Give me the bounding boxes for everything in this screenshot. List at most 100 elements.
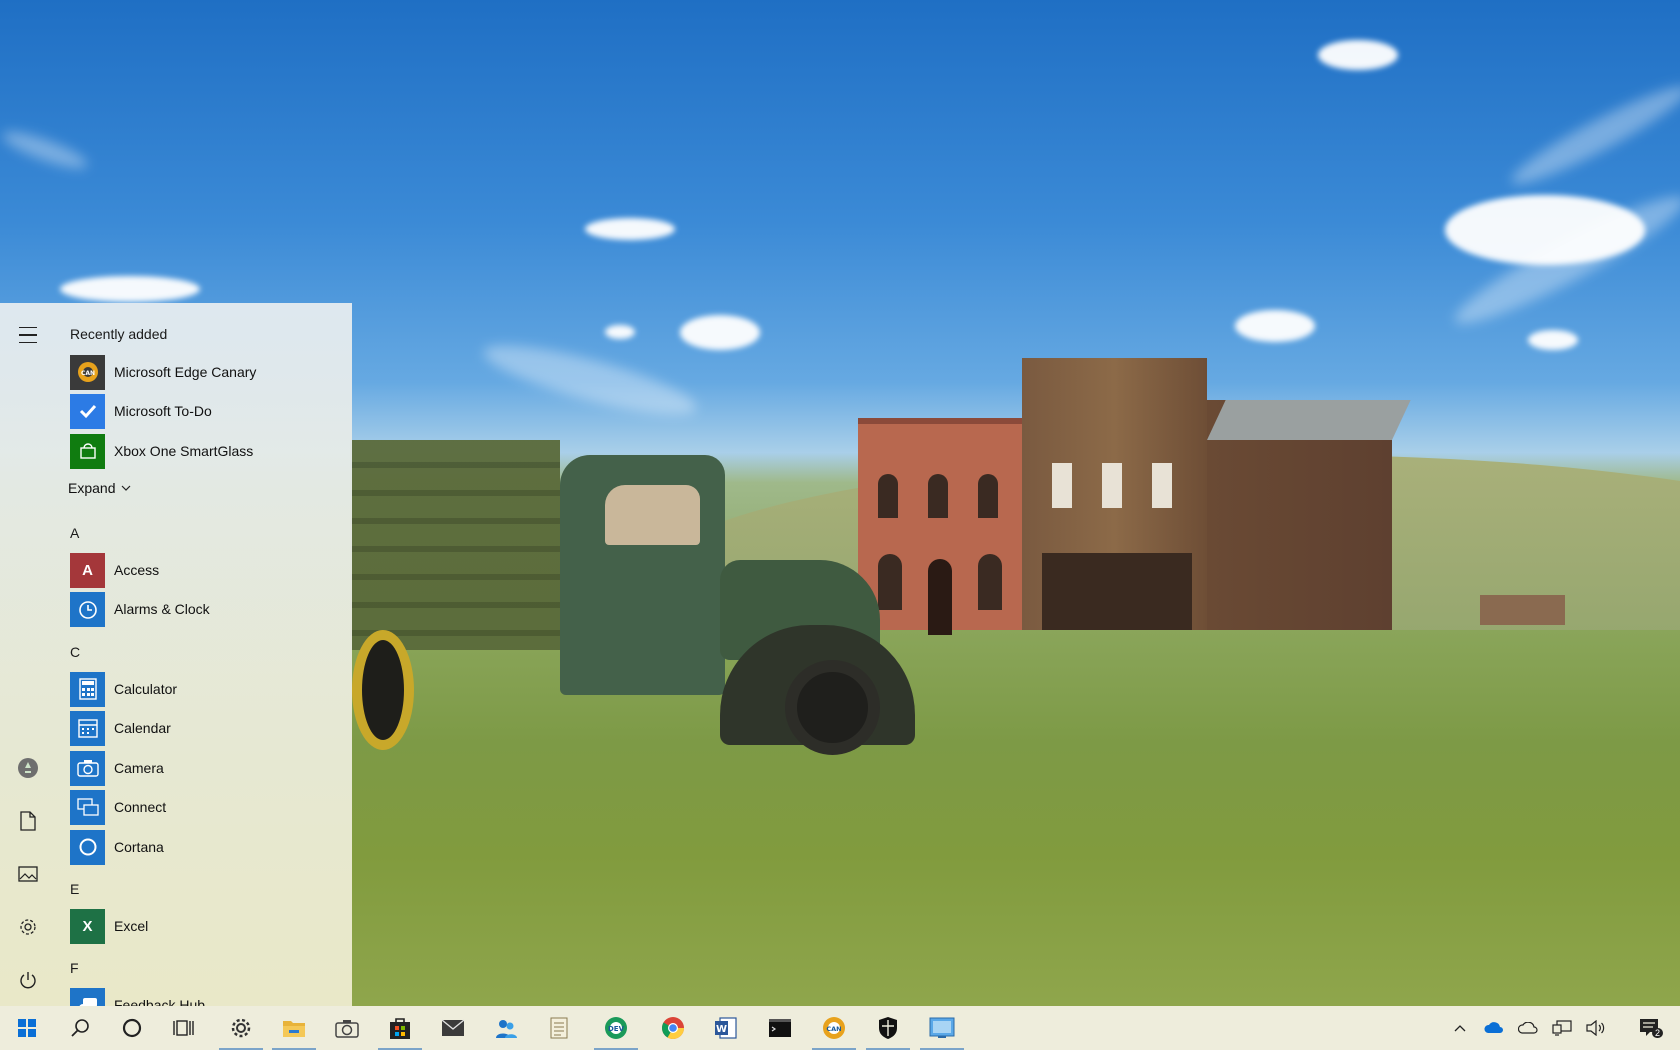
people-app[interactable] (480, 1006, 532, 1050)
task-view-button[interactable] (158, 1006, 210, 1050)
edge-dev-app[interactable]: DEV (590, 1006, 642, 1050)
recently-added-heading: Recently added (70, 326, 168, 342)
mail-app[interactable] (427, 1006, 479, 1050)
terminal-icon (769, 1019, 791, 1037)
onedrive-icon (1484, 1022, 1503, 1033)
word-app[interactable]: W (700, 1006, 752, 1050)
app-label: Connect (114, 799, 167, 815)
alarm-clock-icon (70, 591, 105, 627)
edge-canary-app[interactable]: CAN (808, 1006, 860, 1050)
xbox-icon (70, 433, 105, 469)
action-center-button[interactable]: 2 (1630, 1006, 1670, 1050)
todo-icon (70, 393, 105, 429)
expand-button[interactable]: Expand (68, 480, 131, 496)
truck-wheel (785, 660, 880, 755)
group-header-c[interactable]: C (70, 644, 80, 660)
calculator-icon (70, 671, 105, 707)
remote-desktop-app[interactable] (916, 1006, 968, 1050)
settings-icon[interactable] (8, 907, 48, 947)
edge-canary-taskbar-icon: CAN (823, 1017, 845, 1039)
group-header-a[interactable]: A (70, 525, 79, 541)
camera-icon (70, 750, 105, 786)
app-label: Excel (114, 918, 149, 934)
volume-button[interactable] (1580, 1006, 1612, 1050)
windows-icon (18, 1019, 36, 1037)
camera-app[interactable] (321, 1006, 373, 1050)
chrome-icon (662, 1017, 684, 1039)
list-item-todo[interactable]: Microsoft To-Do (70, 393, 340, 429)
search-icon (71, 1019, 89, 1037)
calendar-icon (70, 710, 105, 746)
access-icon: A (70, 552, 105, 588)
app-label: Calculator (114, 681, 178, 697)
security-app[interactable] (862, 1006, 914, 1050)
group-header-e[interactable]: E (70, 881, 79, 897)
cloud-streak (0, 125, 91, 175)
cloud-streak (1504, 74, 1680, 196)
cloud (1318, 40, 1398, 70)
speaker-icon (1586, 1020, 1605, 1036)
network-button[interactable] (1546, 1006, 1578, 1050)
search-button[interactable] (54, 1006, 106, 1050)
show-hidden-icons-button[interactable] (1444, 1006, 1476, 1050)
list-item-camera[interactable]: Camera (70, 750, 340, 786)
list-item-feedback-hub[interactable]: Feedback Hub (70, 987, 340, 1006)
mail-icon (441, 1019, 465, 1036)
chevron-down-icon (122, 485, 131, 491)
group-header-f[interactable]: F (70, 960, 79, 976)
app-label: Cortana (114, 839, 164, 855)
network-icon (1552, 1020, 1572, 1036)
list-item-access[interactable]: A Access (70, 552, 340, 588)
list-item-calendar[interactable]: Calendar (70, 710, 340, 746)
list-item-edge-canary[interactable]: CAN Microsoft Edge Canary (70, 354, 340, 390)
notification-count-badge: 2 (1652, 1028, 1664, 1038)
cloud-streak (478, 332, 702, 428)
app-label: Xbox One SmartGlass (114, 443, 254, 459)
store-icon (390, 1018, 410, 1039)
cortana-button[interactable] (106, 1006, 158, 1050)
shield-icon (879, 1017, 897, 1039)
folder-icon (283, 1021, 305, 1037)
list-item-connect[interactable]: Connect (70, 789, 340, 825)
truck-rear-wheel (352, 630, 414, 750)
onedrive-personal-button[interactable] (1512, 1006, 1544, 1050)
file-explorer-app[interactable] (268, 1006, 320, 1050)
user-icon[interactable] (8, 748, 48, 788)
svg-text:DEV: DEV (608, 1025, 625, 1033)
chrome-app[interactable] (647, 1006, 699, 1050)
list-item-xbox-smartglass[interactable]: Xbox One SmartGlass (70, 433, 340, 469)
edge-canary-icon: CAN (70, 354, 105, 390)
menu-icon[interactable] (8, 315, 48, 355)
pictures-icon[interactable] (8, 854, 48, 894)
expand-label: Expand (68, 480, 116, 496)
list-item-cortana[interactable]: Cortana (70, 829, 340, 865)
settings-app[interactable] (215, 1006, 267, 1050)
app-label: Alarms & Clock (114, 601, 210, 617)
app-label: Microsoft Edge Canary (114, 364, 257, 380)
task-view-icon (173, 1020, 194, 1036)
onedrive-button[interactable] (1478, 1006, 1510, 1050)
brick-building (858, 418, 1023, 635)
start-button[interactable] (0, 1006, 54, 1050)
start-rail (0, 303, 56, 1006)
list-item-calculator[interactable]: Calculator (70, 671, 340, 707)
excel-icon: X (70, 908, 105, 944)
list-item-alarms-clock[interactable]: Alarms & Clock (70, 591, 340, 627)
notepad-app[interactable] (533, 1006, 585, 1050)
svg-text:CAN: CAN (826, 1025, 841, 1033)
truck-cab (560, 455, 725, 695)
cloud-outline-icon (1518, 1022, 1538, 1034)
power-icon[interactable] (8, 960, 48, 1000)
list-item-excel[interactable]: X Excel (70, 908, 340, 944)
start-menu: Recently added CAN Microsoft Edge Canary… (0, 303, 352, 1006)
cloud (1528, 330, 1578, 350)
chevron-up-icon (1454, 1025, 1466, 1032)
terminal-app[interactable] (754, 1006, 806, 1050)
notepad-icon (550, 1017, 568, 1039)
cortana-icon (70, 829, 105, 865)
documents-icon[interactable] (8, 801, 48, 841)
cloud (1235, 310, 1315, 342)
svg-text:CAN: CAN (80, 370, 94, 377)
store-app[interactable] (374, 1006, 426, 1050)
taskbar: DEV W CAN 2 (0, 1006, 1680, 1050)
